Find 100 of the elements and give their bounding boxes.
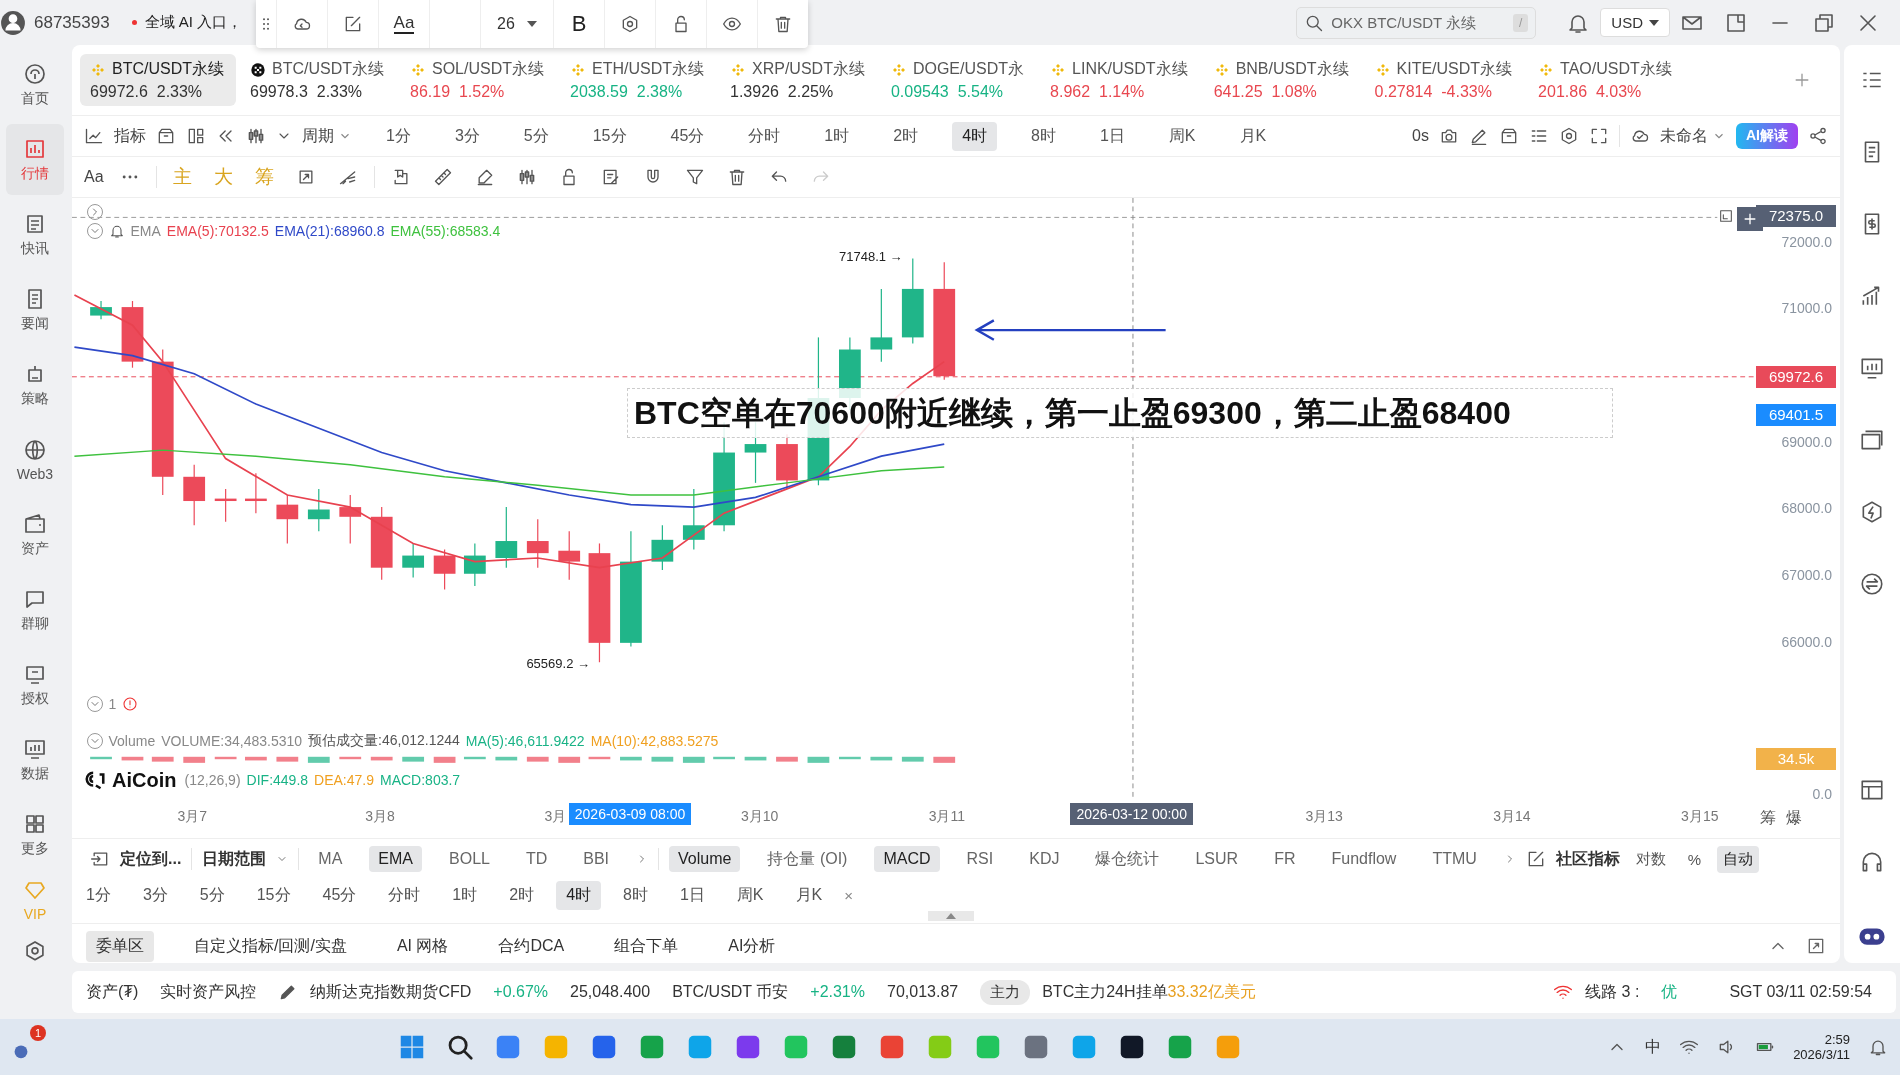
sidebar-item[interactable]: 授权: [6, 649, 64, 720]
period-tab[interactable]: 8时: [1021, 121, 1066, 151]
date-range-dropdown[interactable]: 日期范围: [202, 848, 267, 870]
font-button[interactable]: Aa: [84, 168, 104, 186]
ai-button[interactable]: AI解读: [1736, 123, 1798, 149]
scale-option[interactable]: 自动: [1717, 845, 1760, 873]
ticker-tab[interactable]: BTC/USDT永续 69972.6 2.33%: [80, 54, 236, 106]
swap-icon[interactable]: [1859, 571, 1885, 597]
ticker-tab[interactable]: XRP/USDT永续 1.3926 2.25%: [720, 54, 877, 106]
sidebar-item[interactable]: 策略: [6, 349, 64, 420]
sidebar-item[interactable]: 数据: [6, 724, 64, 795]
sub-indicator-tab[interactable]: LSUR: [1186, 846, 1248, 872]
info-icon[interactable]: [122, 696, 139, 712]
scale-option[interactable]: %: [1681, 846, 1708, 872]
period-tab[interactable]: 5分: [189, 880, 235, 910]
candles-icon[interactable]: [246, 126, 266, 146]
period-tab[interactable]: 5分: [513, 121, 559, 151]
main-indicator-tab[interactable]: EMA: [369, 846, 422, 872]
pen-icon[interactable]: [1469, 126, 1489, 146]
sidebar-item[interactable]: Web3: [6, 424, 64, 495]
period-dropdown[interactable]: 周期: [302, 125, 352, 147]
ticker-tab[interactable]: TAO/USDT永续 201.86 4.03%: [1528, 54, 1684, 106]
period-tab[interactable]: 1分: [376, 121, 421, 151]
period-tab[interactable]: 45分: [660, 121, 715, 151]
panel-tab[interactable]: 合约DCA: [488, 930, 575, 962]
sidebar-item[interactable]: 资产: [6, 499, 64, 570]
ticker-tab[interactable]: BNB/USDT永续 641.25 1.08%: [1203, 54, 1361, 106]
period-tab[interactable]: 4时: [556, 880, 602, 910]
edit-icon[interactable]: [343, 14, 363, 34]
ticker-tab[interactable]: BTC/USDT永续 69978.3 2.33%: [240, 54, 396, 106]
notice-text[interactable]: 全域 AI 入口，: [144, 13, 243, 32]
panel-tab[interactable]: AI分析: [718, 930, 786, 962]
panels-icon[interactable]: [186, 126, 206, 146]
share-icon[interactable]: [1808, 126, 1828, 146]
chart-annotation[interactable]: BTC空单在70600附近继续，第一止盈69300，第二止盈68400: [627, 388, 1613, 439]
sub-indicator-tab[interactable]: RSI: [957, 846, 1003, 872]
sidebar-item[interactable]: 行情: [6, 124, 64, 195]
market-name[interactable]: BTC/USDT 币安: [672, 981, 789, 1003]
period-tab[interactable]: 1日: [669, 880, 715, 910]
community-indicators-button[interactable]: 社区指标: [1555, 848, 1620, 870]
period-tab[interactable]: 1分: [76, 880, 121, 910]
input-method-indicator[interactable]: 中: [1645, 1036, 1662, 1058]
period-tab[interactable]: 15分: [582, 121, 637, 151]
ticker-tab[interactable]: SOL/USDT永续 86.19 1.52%: [400, 54, 556, 106]
market-name[interactable]: 纳斯达克指数期货CFD: [310, 981, 472, 1003]
period-tab[interactable]: 分时: [378, 880, 431, 910]
settings-icon[interactable]: [1559, 126, 1579, 146]
main-indicator-tab[interactable]: BOLL: [440, 846, 499, 872]
box-icon[interactable]: [156, 126, 176, 146]
sub-indicator-tab[interactable]: KDJ: [1020, 846, 1069, 872]
ruler-icon[interactable]: [432, 167, 453, 187]
period-tab[interactable]: 45分: [312, 880, 367, 910]
sub-indicator-tab[interactable]: 爆仓统计: [1086, 844, 1169, 874]
expand-icon[interactable]: [1806, 936, 1826, 956]
panel-tab[interactable]: 自定义指标/回测/实盘: [184, 930, 357, 962]
period-tab[interactable]: 2时: [499, 880, 545, 910]
period-tab[interactable]: 分时: [738, 121, 791, 151]
ticker-tab[interactable]: KITE/USDT永续 0.27814 -4.33%: [1364, 54, 1525, 106]
locate-button[interactable]: 定位到...: [120, 848, 182, 870]
tray-icon[interactable]: [1499, 126, 1519, 146]
period-tab[interactable]: 3分: [444, 121, 490, 151]
period-tab[interactable]: 4时: [952, 121, 998, 151]
collapse-handle[interactable]: [928, 911, 974, 921]
period-tab[interactable]: 周K: [726, 880, 774, 910]
font-size-select[interactable]: 26: [497, 15, 537, 33]
period-tab[interactable]: 月K: [785, 880, 833, 910]
sidebar-item[interactable]: 首页: [6, 49, 64, 120]
template-dropdown[interactable]: 未命名: [1660, 125, 1726, 147]
panel-tab[interactable]: AI 网格: [386, 930, 459, 962]
period-tab[interactable]: 1时: [814, 121, 860, 151]
hexagon-icon[interactable]: [620, 14, 640, 34]
account-id[interactable]: 68735393: [34, 12, 110, 33]
axis-toggle[interactable]: 爆: [1786, 808, 1802, 830]
bell-icon[interactable]: [108, 223, 125, 240]
axis-toggle[interactable]: 筹: [1760, 808, 1776, 830]
sidebar-item[interactable]: 更多: [6, 799, 64, 870]
sub-indicator-tab[interactable]: MACD: [874, 846, 940, 872]
user-avatar-icon[interactable]: [0, 9, 26, 36]
ticker-tab[interactable]: ETH/USDT永续 2038.59 2.38%: [560, 54, 716, 106]
sub-indicator-tab[interactable]: Volume: [669, 846, 741, 872]
period-tab[interactable]: 2时: [883, 121, 929, 151]
bold-button[interactable]: B: [571, 11, 587, 37]
fullscreen-icon[interactable]: [1589, 126, 1609, 146]
period-tab[interactable]: 月K: [1229, 121, 1277, 151]
taskbar-clock[interactable]: 2:59 2026/3/11: [1793, 1032, 1850, 1062]
period-tab[interactable]: 周K: [1158, 121, 1206, 151]
trash-icon[interactable]: [773, 14, 793, 34]
close-button[interactable]: ×: [844, 886, 853, 904]
corner-icon[interactable]: [1717, 207, 1734, 224]
sidebar-item[interactable]: 要闻: [6, 274, 64, 345]
settings-icon[interactable]: [23, 939, 47, 963]
sub-indicator-tab[interactable]: 持仓量 (OI): [758, 844, 857, 874]
main-indicator-tab[interactable]: BBI: [574, 846, 619, 872]
period-tab[interactable]: 1时: [442, 880, 488, 910]
panel-tab[interactable]: 委单区: [86, 930, 154, 962]
period-tab[interactable]: 15分: [246, 880, 301, 910]
period-tab[interactable]: 3分: [132, 880, 178, 910]
main-indicator-tab[interactable]: MA: [309, 846, 352, 872]
period-tab[interactable]: 1日: [1089, 121, 1135, 151]
filter-icon[interactable]: [684, 167, 705, 187]
